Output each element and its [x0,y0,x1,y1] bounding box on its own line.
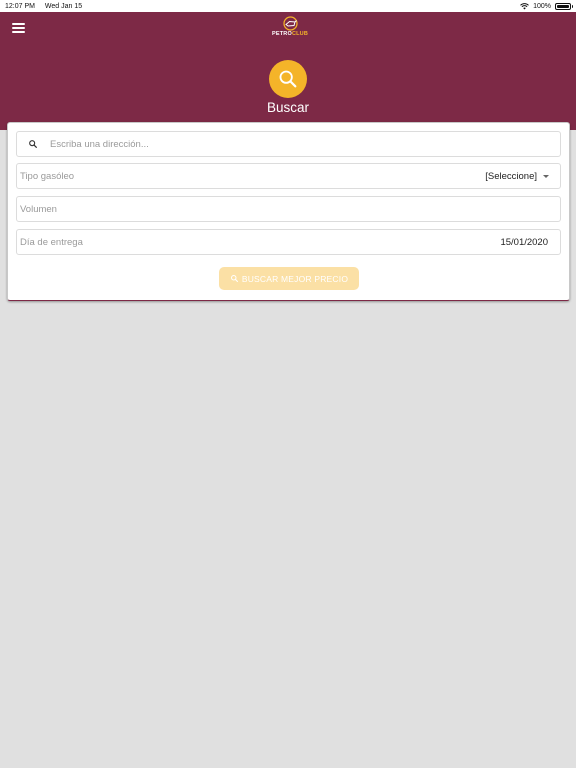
page-title: Buscar [266,100,310,115]
menu-icon-bar [12,31,25,33]
search-hero-icon [269,60,307,98]
search-icon [29,140,37,148]
menu-icon-bar [12,23,25,25]
status-bar: 12:07 PM Wed Jan 15 100% [0,0,576,12]
menu-icon-bar [12,27,25,29]
status-left: 12:07 PM Wed Jan 15 [5,3,90,10]
delivery-date-label: Día de entrega [20,236,83,248]
volume-input[interactable]: Volumen [16,196,561,222]
magnifier-icon [279,70,297,88]
search-form-card: Escriba una dirección... Tipo gasóleo [S… [7,122,570,301]
battery-percent: 100% [533,2,551,10]
search-best-price-label: BUSCAR MEJOR PRECIO [241,273,349,284]
logo-text-petro: PETRO [271,31,292,37]
app-header: PETROCLUB Buscar [0,12,576,130]
fuel-type-label: Tipo gasóleo [20,170,75,182]
wifi-icon [520,2,529,9]
search-best-price-button[interactable]: BUSCAR MEJOR PRECIO [219,267,359,290]
status-time: 12:07 PM [5,2,35,10]
search-icon [230,275,238,283]
battery-icon [555,2,573,10]
menu-button[interactable] [12,23,25,34]
status-right: 100% [520,2,573,10]
delivery-date-value: 15/01/2020 [500,236,548,248]
logo-mark-icon [282,16,298,31]
status-date: Wed Jan 15 [44,2,83,10]
fuel-type-select[interactable]: Tipo gasóleo [Seleccione] [16,163,561,189]
logo-text-club: CLUB [291,31,309,37]
address-placeholder: Escriba una dirección... [50,138,149,150]
petroclub-logo: PETROCLUB [270,16,310,42]
fuel-type-value: [Seleccione] [485,170,537,182]
address-search-input[interactable]: Escriba una dirección... [16,131,561,157]
logo-text: PETROCLUB [270,31,310,38]
delivery-date-field[interactable]: Día de entrega 15/01/2020 [16,229,561,255]
chevron-down-icon [543,174,549,178]
volume-label: Volumen [20,203,57,215]
